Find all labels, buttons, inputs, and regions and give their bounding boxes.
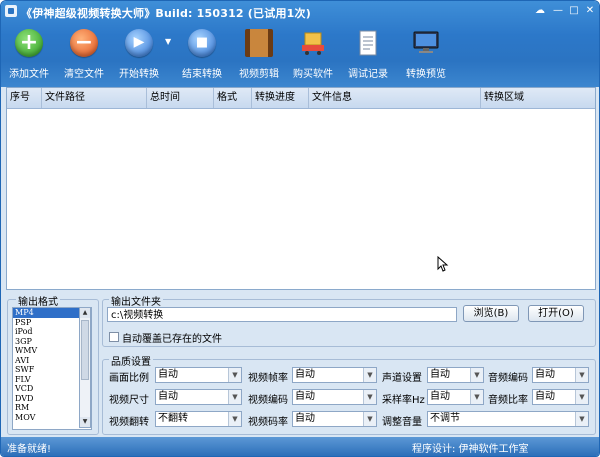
acodec-label: 音频编码	[488, 373, 528, 384]
stop-icon: ■	[188, 29, 216, 57]
bitrate-value: 自动	[295, 413, 315, 424]
maximize-button[interactable]: □	[566, 4, 582, 18]
output-format-scrollbar[interactable]: ▲ ▼	[79, 307, 91, 428]
quality-label: 品质设置	[109, 353, 153, 368]
chevron-down-icon[interactable]: ▼	[363, 368, 376, 382]
mouse-cursor-icon	[437, 256, 449, 272]
toolbar: + 添加文件 − 清空文件 ▶ 开始转换 ▼ ■ 结束转换 视频剪辑 购买软件 …	[1, 27, 599, 83]
framerate-select[interactable]: 自动 ▼	[292, 367, 377, 383]
chevron-down-icon[interactable]: ▼	[363, 412, 376, 426]
overwrite-label: 自动覆盖已存在的文件	[122, 334, 222, 345]
main-window: 《伊神超级视频转换大师》Build: 150312 (已试用1次) ☁ — □ …	[0, 0, 600, 457]
chevron-down-icon[interactable]: ▼	[363, 390, 376, 404]
chevron-down-icon[interactable]: ▼	[470, 390, 483, 404]
buy-software-button[interactable]: 购买软件	[286, 27, 340, 81]
chevron-down-icon[interactable]: ▼	[575, 368, 588, 382]
overwrite-checkbox[interactable]	[109, 332, 119, 342]
skin-icon[interactable]: ☁	[532, 4, 548, 18]
bitrate-select[interactable]: 自动 ▼	[292, 411, 377, 427]
debug-log-button[interactable]: 调试记录	[341, 27, 395, 81]
output-path-input[interactable]: c:\视频转换	[107, 307, 457, 322]
plus-icon: +	[15, 29, 43, 57]
samplerate-label: 采样率Hz	[382, 395, 425, 406]
open-folder-button[interactable]: 打开(O)	[528, 305, 584, 322]
status-bar: 准备就绪! 程序设计: 伊神软件工作室	[1, 437, 599, 456]
app-icon	[5, 5, 17, 17]
volume-label: 调整音量	[382, 417, 422, 428]
vcodec-select[interactable]: 自动 ▼	[292, 389, 377, 405]
monitor-icon	[412, 29, 440, 57]
film-icon	[245, 29, 273, 57]
bitrate-label: 视频码率	[248, 417, 288, 428]
cart-icon	[299, 29, 327, 57]
size-select[interactable]: 自动 ▼	[155, 389, 242, 405]
close-button[interactable]: ✕	[582, 4, 598, 18]
title-bar[interactable]: 《伊神超级视频转换大师》Build: 150312 (已试用1次) ☁ — □ …	[1, 1, 599, 23]
clear-files-button[interactable]: − 清空文件	[57, 27, 111, 81]
start-convert-button[interactable]: ▶ 开始转换	[112, 27, 166, 81]
aratio-value: 自动	[535, 391, 555, 402]
flip-select[interactable]: 不翻转 ▼	[155, 411, 242, 427]
chevron-down-icon[interactable]: ▼	[575, 390, 588, 404]
flip-label: 视频翻转	[109, 417, 149, 428]
channel-label: 声道设置	[382, 373, 422, 384]
aspect-value: 自动	[158, 369, 178, 380]
play-icon: ▶	[125, 29, 153, 57]
chevron-down-icon[interactable]: ▼	[228, 368, 241, 382]
file-list-table[interactable]: 序号 文件路径 总时间 格式 转换进度 文件信息 转换区域	[6, 87, 596, 290]
framerate-value: 自动	[295, 369, 315, 380]
samplerate-select[interactable]: 自动 ▼	[427, 389, 484, 405]
stop-convert-button[interactable]: ■ 结束转换	[175, 27, 229, 81]
column-header-duration[interactable]: 总时间	[147, 88, 214, 108]
output-format-label: 输出格式	[16, 293, 60, 308]
size-value: 自动	[158, 391, 178, 402]
channel-select[interactable]: 自动 ▼	[427, 367, 484, 383]
aspect-select[interactable]: 自动 ▼	[155, 367, 242, 383]
status-text: 准备就绪!	[7, 444, 52, 455]
samplerate-value: 自动	[430, 391, 450, 402]
aratio-select[interactable]: 自动 ▼	[532, 389, 589, 405]
framerate-label: 视频帧率	[248, 373, 288, 384]
volume-select[interactable]: 不调节 ▼	[427, 411, 589, 427]
column-header-region[interactable]: 转换区域	[481, 88, 595, 108]
scroll-up-icon[interactable]: ▲	[80, 308, 90, 318]
vcodec-value: 自动	[295, 391, 315, 402]
column-header-format[interactable]: 格式	[214, 88, 252, 108]
convert-preview-button[interactable]: 转换预览	[399, 27, 453, 81]
chevron-down-icon[interactable]: ▼	[165, 37, 171, 46]
column-header-info[interactable]: 文件信息	[309, 88, 481, 108]
chevron-down-icon[interactable]: ▼	[228, 412, 241, 426]
minimize-button[interactable]: —	[550, 4, 566, 18]
chevron-down-icon[interactable]: ▼	[470, 368, 483, 382]
chevron-down-icon[interactable]: ▼	[575, 412, 588, 426]
document-icon	[354, 29, 382, 57]
header-area: 《伊神超级视频转换大师》Build: 150312 (已试用1次) ☁ — □ …	[1, 1, 599, 87]
vcodec-label: 视频编码	[248, 395, 288, 406]
aspect-label: 画面比例	[109, 373, 149, 384]
output-folder-label: 输出文件夹	[109, 293, 163, 308]
channel-value: 自动	[430, 369, 450, 380]
aratio-label: 音频比率	[488, 395, 528, 406]
column-header-path[interactable]: 文件路径	[42, 88, 147, 108]
add-file-button[interactable]: + 添加文件	[2, 27, 56, 81]
column-header-index[interactable]: 序号	[7, 88, 42, 108]
flip-value: 不翻转	[158, 413, 188, 424]
table-header: 序号 文件路径 总时间 格式 转换进度 文件信息 转换区域	[7, 88, 595, 109]
size-label: 视频尺寸	[109, 395, 149, 406]
window-title: 《伊神超级视频转换大师》Build: 150312 (已试用1次)	[21, 7, 311, 20]
minus-icon: −	[70, 29, 98, 57]
acodec-select[interactable]: 自动 ▼	[532, 367, 589, 383]
scroll-thumb[interactable]	[81, 320, 89, 380]
column-header-progress[interactable]: 转换进度	[252, 88, 309, 108]
acodec-value: 自动	[535, 369, 555, 380]
scroll-down-icon[interactable]: ▼	[80, 417, 90, 427]
volume-value: 不调节	[430, 413, 460, 424]
credits-text: 程序设计: 伊神软件工作室	[412, 444, 529, 455]
video-edit-button[interactable]: 视频剪辑	[232, 27, 286, 81]
chevron-down-icon[interactable]: ▼	[228, 390, 241, 404]
browse-button[interactable]: 浏览(B)	[463, 305, 519, 322]
